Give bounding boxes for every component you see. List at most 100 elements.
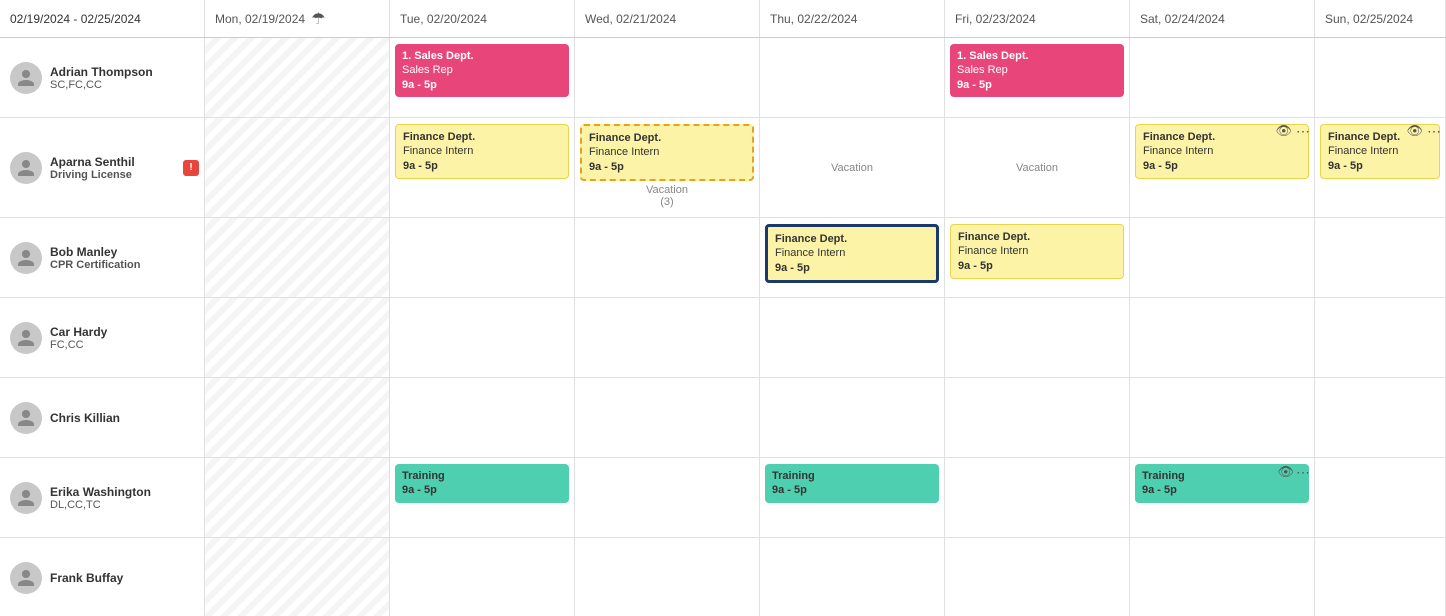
more-options-icon[interactable]: ⋯	[1296, 123, 1310, 140]
day-cell	[760, 298, 945, 377]
vacation-label-below: Vacation(3)	[580, 184, 754, 208]
day-cell[interactable]: 1. Sales Dept. Sales Rep 9a - 5p	[390, 38, 575, 117]
avatar	[10, 322, 42, 354]
day-cell: Vacation	[945, 118, 1130, 217]
person-cell-aparna: Aparna Senthil Driving License !	[0, 118, 205, 217]
more-options-icon[interactable]: ⋯	[1296, 464, 1310, 481]
header-day-tue: Tue, 02/20/2024	[390, 0, 575, 37]
day-cell	[390, 218, 575, 297]
table-row: Adrian Thompson SC,FC,CC 1. Sales Dept. …	[0, 38, 1446, 118]
avatar	[10, 402, 42, 434]
vacation-label: Vacation	[765, 124, 939, 211]
day-cell[interactable]: Training 9a - 5p	[760, 458, 945, 537]
day-cell	[1315, 218, 1446, 297]
header-day-sun: Sun, 02/25/2024	[1315, 0, 1446, 37]
table-row: Chris Killian	[0, 378, 1446, 458]
day-cell	[390, 298, 575, 377]
day-cell	[945, 378, 1130, 457]
more-options-icon[interactable]: ⋯	[1427, 123, 1441, 140]
event-card-finance-fri-bob[interactable]: Finance Dept. Finance Intern 9a - 5p	[950, 224, 1124, 279]
day-cell	[205, 218, 390, 297]
day-cell[interactable]: Finance Dept. Finance Intern 9a - 5p	[760, 218, 945, 297]
table-row: Aparna Senthil Driving License ! Finance…	[0, 118, 1446, 218]
day-cell	[1315, 538, 1446, 616]
person-cell-frank: Frank Buffay	[0, 538, 205, 616]
person-cell-erika: Erika Washington DL,CC,TC	[0, 458, 205, 537]
day-cell	[205, 458, 390, 537]
day-cell	[575, 38, 760, 117]
event-card-finance-wed[interactable]: Finance Dept. Finance Intern 9a - 5p	[580, 124, 754, 181]
day-cell	[575, 298, 760, 377]
header-day-mon: Mon, 02/19/2024 ☂	[205, 0, 390, 37]
vacation-label: Vacation	[950, 124, 1124, 211]
day-cell	[575, 538, 760, 616]
avatar	[10, 152, 42, 184]
day-cell[interactable]: Finance Dept. Finance Intern 9a - 5p 👁 ⋯	[1130, 118, 1315, 217]
day-cell	[1315, 378, 1446, 457]
day-cell	[575, 378, 760, 457]
header-week-range: 02/19/2024 - 02/25/2024	[0, 0, 205, 37]
day-cell[interactable]: Finance Dept. Finance Intern 9a - 5p	[390, 118, 575, 217]
day-cell	[1130, 378, 1315, 457]
event-card-sales-fri[interactable]: 1. Sales Dept. Sales Rep 9a - 5p	[950, 44, 1124, 97]
day-cell[interactable]: Finance Dept. Finance Intern 9a - 5p Vac…	[575, 118, 760, 217]
table-row: Frank Buffay	[0, 538, 1446, 616]
avatar	[10, 482, 42, 514]
day-cell	[1315, 38, 1446, 117]
header-day-thu: Thu, 02/22/2024	[760, 0, 945, 37]
day-cell	[760, 378, 945, 457]
day-cell	[1130, 38, 1315, 117]
day-cell	[575, 458, 760, 537]
eye-icon[interactable]: 👁	[1406, 123, 1423, 139]
day-cell	[390, 378, 575, 457]
person-cell-chris: Chris Killian	[0, 378, 205, 457]
day-cell[interactable]: 1. Sales Dept. Sales Rep 9a - 5p	[945, 38, 1130, 117]
day-cell	[945, 538, 1130, 616]
day-cell	[205, 378, 390, 457]
day-cell: Vacation	[760, 118, 945, 217]
table-row: Car Hardy FC,CC	[0, 298, 1446, 378]
day-cell	[205, 118, 390, 217]
day-cell	[1315, 458, 1446, 537]
header-day-fri: Fri, 02/23/2024	[945, 0, 1130, 37]
event-card-finance-tue[interactable]: Finance Dept. Finance Intern 9a - 5p	[395, 124, 569, 179]
header-day-wed: Wed, 02/21/2024	[575, 0, 760, 37]
calendar-wrapper: 02/19/2024 - 02/25/2024 Mon, 02/19/2024 …	[0, 0, 1446, 616]
day-cell	[1130, 298, 1315, 377]
table-row: Bob Manley CPR Certification Finance Dep…	[0, 218, 1446, 298]
day-cell[interactable]: Finance Dept. Finance Intern 9a - 5p 👁 ⋯	[1315, 118, 1446, 217]
day-cell[interactable]: Finance Dept. Finance Intern 9a - 5p	[945, 218, 1130, 297]
event-card-sales-tue[interactable]: 1. Sales Dept. Sales Rep 9a - 5p	[395, 44, 569, 97]
day-cell	[205, 38, 390, 117]
day-cell	[1130, 538, 1315, 616]
avatar	[10, 62, 42, 94]
day-cell[interactable]: Training 9a - 5p 👁 ⋯	[1130, 458, 1315, 537]
person-cell-adrian: Adrian Thompson SC,FC,CC	[0, 38, 205, 117]
day-cell	[760, 538, 945, 616]
day-cell	[760, 38, 945, 117]
day-cell	[1315, 298, 1446, 377]
day-cell[interactable]: Training 9a - 5p	[390, 458, 575, 537]
header-row: 02/19/2024 - 02/25/2024 Mon, 02/19/2024 …	[0, 0, 1446, 38]
day-cell	[390, 538, 575, 616]
event-card-training-thu[interactable]: Training 9a - 5p	[765, 464, 939, 503]
person-cell-bob: Bob Manley CPR Certification	[0, 218, 205, 297]
day-cell	[945, 458, 1130, 537]
eye-icon[interactable]: 👁	[1275, 123, 1292, 139]
umbrella-icon: ☂	[311, 9, 325, 29]
calendar-body: Adrian Thompson SC,FC,CC 1. Sales Dept. …	[0, 38, 1446, 616]
avatar	[10, 242, 42, 274]
day-cell	[205, 538, 390, 616]
event-card-training-tue[interactable]: Training 9a - 5p	[395, 464, 569, 503]
table-row: Erika Washington DL,CC,TC Training 9a - …	[0, 458, 1446, 538]
alert-badge: !	[183, 160, 199, 176]
day-cell	[205, 298, 390, 377]
day-cell	[945, 298, 1130, 377]
day-cell	[575, 218, 760, 297]
person-cell-car: Car Hardy FC,CC	[0, 298, 205, 377]
header-day-sat: Sat, 02/24/2024	[1130, 0, 1315, 37]
day-cell	[1130, 218, 1315, 297]
event-card-finance-thu-bob[interactable]: Finance Dept. Finance Intern 9a - 5p	[765, 224, 939, 283]
avatar	[10, 562, 42, 594]
eye-icon[interactable]: 👁	[1277, 464, 1294, 480]
